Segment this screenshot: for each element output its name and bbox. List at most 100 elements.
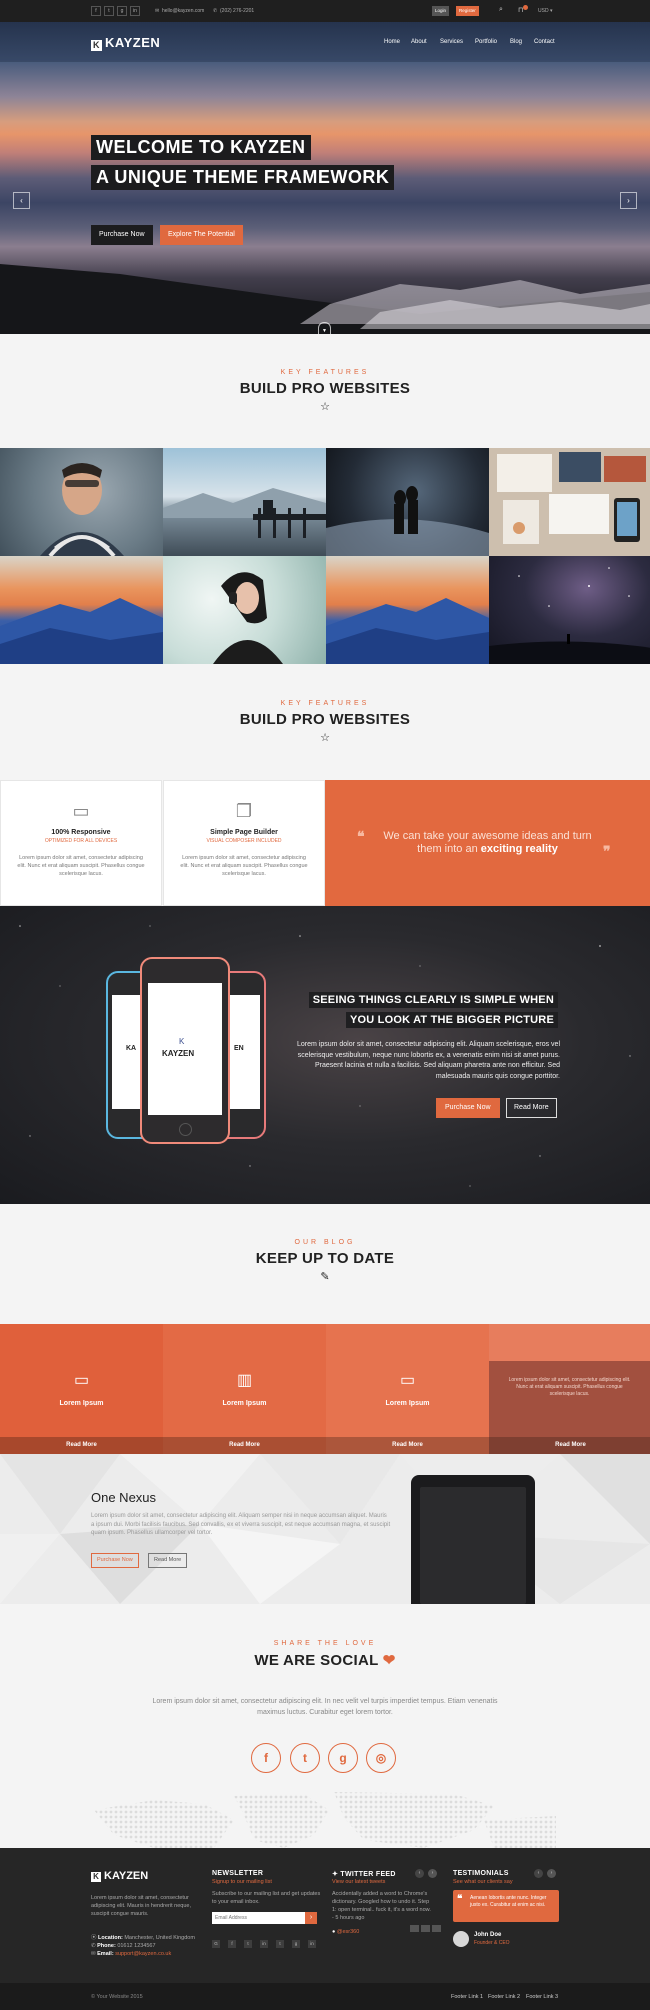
pages-icon: ❐ xyxy=(235,801,253,821)
blog-excerpt: Lorem ipsum dolor sit amet, consectetur … xyxy=(508,1377,631,1397)
scroll-down-icon[interactable]: ▼ xyxy=(318,322,331,334)
social-header: SHARE THE LOVE WE ARE SOCIAL ❤ xyxy=(0,1640,650,1669)
gallery-tile-sunset-mountain[interactable] xyxy=(0,556,163,664)
blog-card-hover[interactable]: Lorem ipsum dolor sit amet, consectetur … xyxy=(489,1324,650,1454)
showcase-purchase-button[interactable]: Purchase Now xyxy=(436,1098,500,1118)
nav-contact[interactable]: Contact xyxy=(534,39,555,45)
section-title: BUILD PRO WEBSITES xyxy=(239,711,411,728)
github-icon[interactable]: g xyxy=(292,1940,300,1948)
twitter-icon[interactable]: t xyxy=(290,1743,320,1773)
hero-purchase-button[interactable]: Purchase Now xyxy=(91,225,153,245)
nav-home[interactable]: Home xyxy=(384,39,400,45)
gallery-tile-pier[interactable] xyxy=(163,448,326,556)
copyright: © Your Website 2015 xyxy=(91,1994,143,2000)
tweet-handle-text[interactable]: @esr360 xyxy=(337,1929,359,1935)
tweet-action-icon[interactable] xyxy=(421,1925,430,1932)
register-button[interactable]: Register xyxy=(456,6,479,16)
blog-card[interactable]: ▭ Lorem Ipsum Read More xyxy=(0,1324,163,1454)
blog-read-more[interactable]: Read More xyxy=(326,1437,489,1454)
blog-read-more[interactable]: Read More xyxy=(163,1437,326,1454)
star-icon: ☆ xyxy=(320,732,330,744)
gallery-tile-milky-way[interactable] xyxy=(489,556,650,664)
blog-card[interactable]: ▭ Lorem Ipsum Read More xyxy=(326,1324,489,1454)
nav-blog[interactable]: Blog xyxy=(510,39,522,45)
footer-link-3[interactable]: Footer Link 3 xyxy=(526,1994,558,2000)
blog-card[interactable]: ▥ Lorem Ipsum Read More xyxy=(163,1324,326,1454)
hero-title-line1: WELCOME TO KAYZEN xyxy=(91,135,311,160)
google-plus-icon[interactable]: G xyxy=(212,1940,220,1948)
quote-text: We can take your awesome ideas and turn … xyxy=(375,830,600,856)
hero-title-line2: A UNIQUE THEME FRAMEWORK xyxy=(91,165,395,190)
twitter-prev-button[interactable]: ‹ xyxy=(415,1869,424,1878)
phone-label: Phone: xyxy=(97,1943,116,1949)
desk-flatlay-image xyxy=(489,448,650,556)
linkedin-icon[interactable]: in xyxy=(260,1940,268,1948)
login-button[interactable]: Login xyxy=(432,6,450,16)
footer-phone: ✆ Phone: 01612 1234567 xyxy=(91,1942,201,1950)
section-title: WE ARE SOCIAL ❤ xyxy=(0,1651,650,1669)
logo-mark: K xyxy=(91,40,102,51)
linkedin-icon[interactable]: in xyxy=(130,6,140,16)
close-quote-icon: ❞ xyxy=(603,843,611,859)
feature-title: 100% Responsive xyxy=(51,829,111,836)
tweet-action-icon[interactable] xyxy=(432,1925,441,1932)
github-icon[interactable]: g xyxy=(328,1743,358,1773)
blog-read-more[interactable]: Read More xyxy=(0,1437,163,1454)
nav-services[interactable]: Services xyxy=(440,39,463,45)
instagram-icon[interactable]: in xyxy=(308,1940,316,1948)
avatar xyxy=(453,1931,469,1947)
gallery-tile-desk[interactable] xyxy=(489,448,650,556)
gallery-tile-night-couple[interactable] xyxy=(326,448,489,556)
site-logo[interactable]: K KAYZEN xyxy=(91,35,160,51)
twitter-icon[interactable]: t xyxy=(244,1940,252,1948)
home-button xyxy=(179,1123,192,1136)
facebook-icon[interactable]: f xyxy=(251,1743,281,1773)
gallery-tile-portrait-man[interactable] xyxy=(0,448,163,556)
nav-portfolio[interactable]: Portfolio xyxy=(475,39,497,45)
facebook-icon[interactable]: f xyxy=(228,1940,236,1948)
logo-text: KAYZEN xyxy=(105,35,161,50)
showcase-read-more-button[interactable]: Read More xyxy=(506,1098,557,1118)
facebook-icon[interactable]: f xyxy=(91,6,101,16)
nexus-read-more-button[interactable]: Read More xyxy=(148,1553,188,1568)
footer-location: ⦿ Location: Manchester, United Kingdom xyxy=(91,1934,201,1942)
phone-screen: K KAYZEN xyxy=(148,983,222,1115)
twitter-icon[interactable]: t xyxy=(104,6,114,16)
footer: K KAYZEN Lorem ipsum dolor sit amet, cons… xyxy=(0,1848,650,1983)
section-eyebrow: KEY FEATURES xyxy=(280,700,370,707)
showcase-heading-line1: SEEING THINGS CLEARLY IS SIMPLE WHEN xyxy=(308,992,558,1008)
footer-logo[interactable]: K KAYZEN xyxy=(91,1870,148,1882)
testimonial-next-button[interactable]: › xyxy=(547,1869,556,1878)
newsletter-email-input[interactable] xyxy=(212,1912,305,1924)
google-plus-icon[interactable]: g xyxy=(117,6,127,16)
section-title: KEEP UP TO DATE xyxy=(255,1250,395,1267)
dribbble-icon[interactable]: ◎ xyxy=(366,1743,396,1773)
blog-read-more[interactable]: Read More xyxy=(489,1437,650,1454)
nexus-title: One Nexus xyxy=(91,1490,157,1505)
section-eyebrow: OUR BLOG xyxy=(294,1239,356,1246)
nexus-purchase-button[interactable]: Purchase Now xyxy=(91,1553,139,1568)
gallery-tile-girl-headphones[interactable] xyxy=(163,556,326,664)
tumblr-icon[interactable]: t xyxy=(276,1940,284,1948)
testimonial-prev-button[interactable]: ‹ xyxy=(534,1869,543,1878)
currency-select[interactable]: USD ▾ xyxy=(538,8,552,14)
slider-prev-arrow[interactable]: ‹ xyxy=(13,192,30,209)
search-icon[interactable]: ⌕ xyxy=(499,6,503,14)
bottom-bar: © Your Website 2015 Footer Link 1 Footer… xyxy=(0,1983,650,2010)
hero-explore-button[interactable]: Explore The Potential xyxy=(160,225,243,245)
email-value[interactable]: support@kayzen.co.uk xyxy=(115,1951,171,1957)
slider-next-arrow[interactable]: › xyxy=(620,192,637,209)
phone-logo: KAYZEN xyxy=(162,1049,195,1058)
topbar-email[interactable]: hello@kayzen.com xyxy=(162,8,204,14)
footer-link-1[interactable]: Footer Link 1 xyxy=(451,1994,483,2000)
twitter-next-button[interactable]: › xyxy=(428,1869,437,1878)
topbar-phone: (202) 276-2201 xyxy=(220,8,255,14)
footer-link-2[interactable]: Footer Link 2 xyxy=(488,1994,520,2000)
blog-header: OUR BLOG KEEP UP TO DATE ✎ xyxy=(0,1239,650,1283)
tweet-action-icon[interactable] xyxy=(410,1925,419,1932)
gallery-tile-sunset-mountain-2[interactable] xyxy=(326,556,489,664)
logo-mark: K xyxy=(91,1872,101,1882)
nav-about[interactable]: About xyxy=(411,39,427,45)
location-label: Location: xyxy=(98,1935,123,1941)
newsletter-submit-button[interactable]: › xyxy=(305,1912,317,1924)
